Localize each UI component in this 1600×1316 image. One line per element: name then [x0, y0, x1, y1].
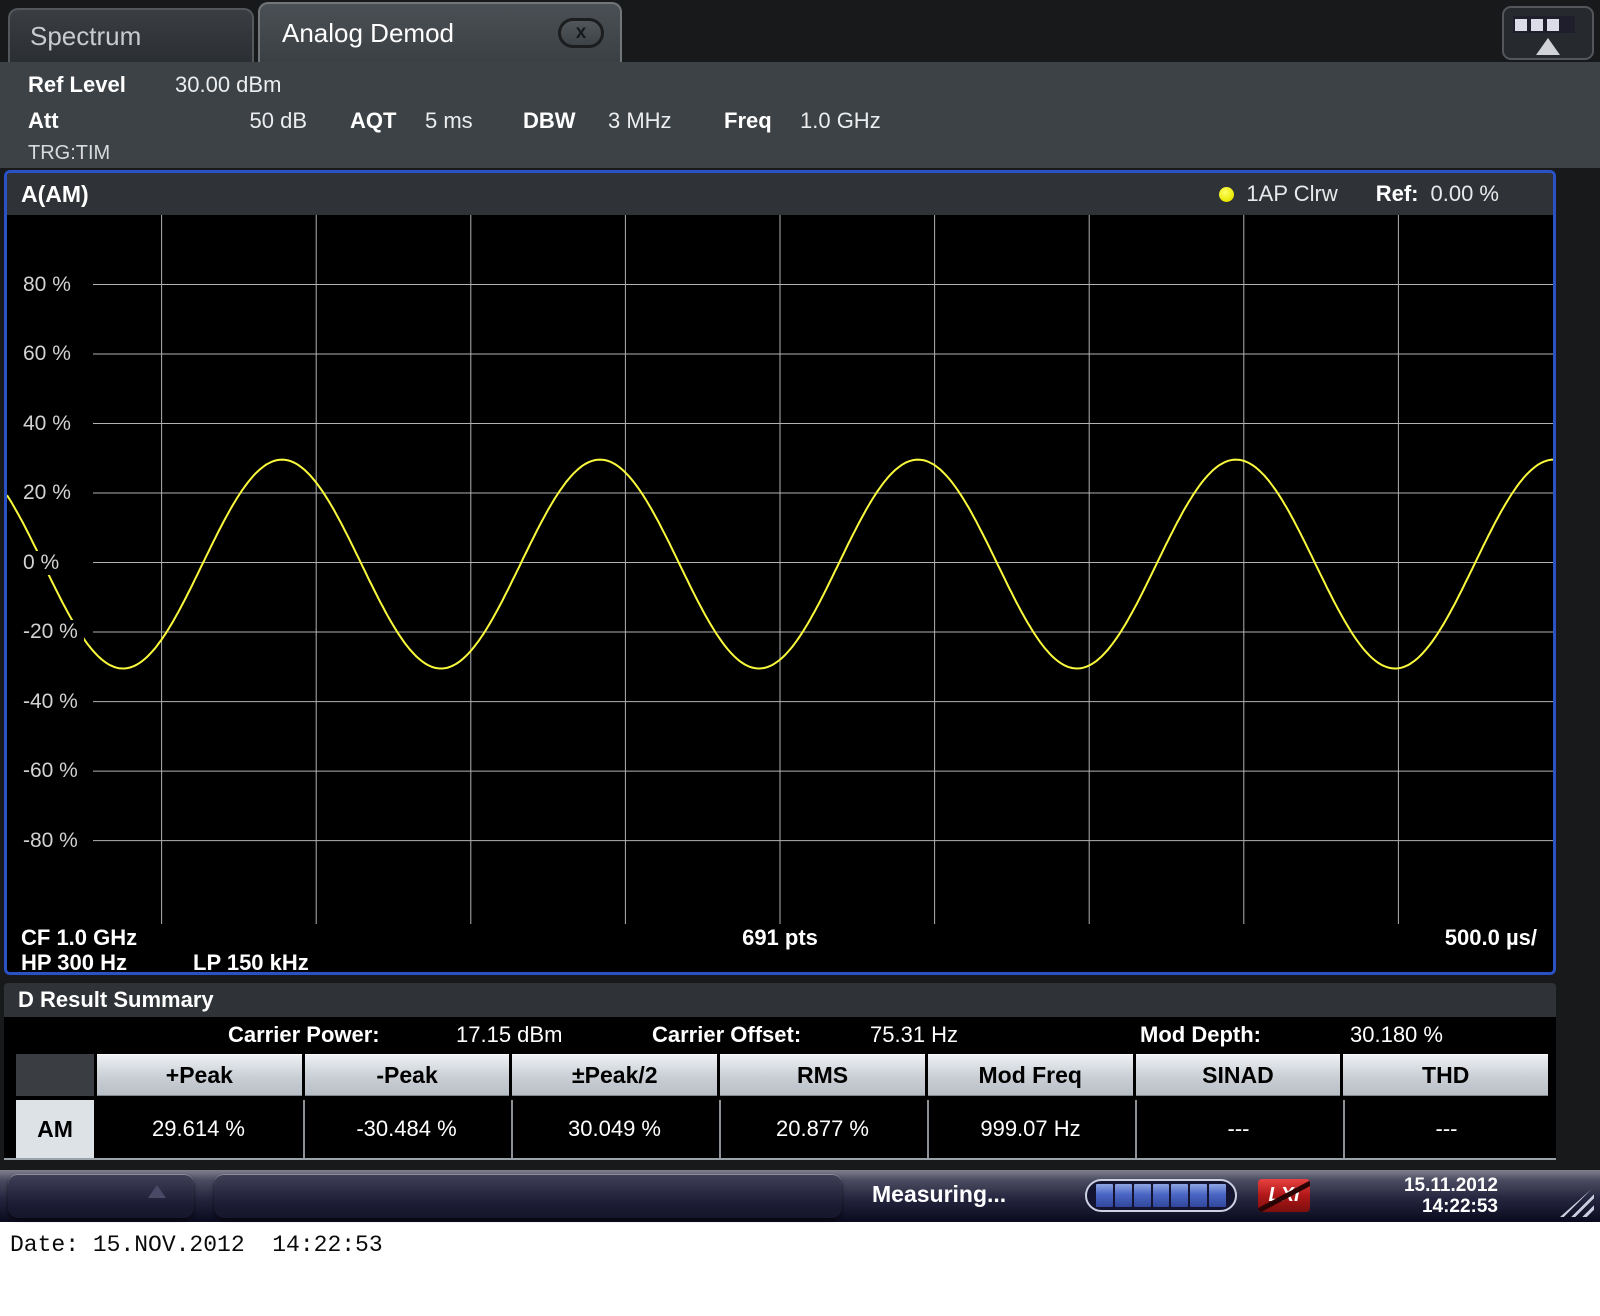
analyzer-app: Spectrum Analog Demod x Ref Level 30.00 … [0, 0, 1600, 1222]
datetime-display: 15.11.2012 14:22:53 [1380, 1175, 1498, 1217]
trace-legend-label: 1AP Clrw [1246, 181, 1337, 207]
progress-segment [1096, 1184, 1113, 1207]
y-axis-tick-label: -60 % [23, 759, 84, 783]
freq-value: 1.0 GHz [800, 108, 881, 134]
result-value-cell: 29.614 % [97, 1100, 300, 1158]
am-waveform-window: A(AM) 1AP Clrw Ref: 0.00 % 80 % 60 % 40 % 2… [4, 170, 1556, 975]
chart-footer: CF 1.0 GHz 691 pts 500.0 µs/ HP 300 Hz L… [7, 924, 1553, 972]
y-axis-tick-label: -80 % [23, 829, 84, 853]
carrier-info-row: Carrier Power: 17.15 dBm Carrier Offset:… [4, 1017, 1556, 1054]
result-value-cell: 30.049 % [511, 1100, 716, 1158]
y-axis-tick-label: 60 % [23, 342, 77, 366]
result-column-header: THD [1343, 1054, 1548, 1096]
aqt-label: AQT [350, 108, 396, 134]
tab-analog-demod[interactable]: Analog Demod x [258, 2, 622, 62]
result-table-corner-cell [16, 1054, 94, 1096]
taskbar-button-wide[interactable] [214, 1174, 842, 1218]
trace-color-dot-icon [1219, 187, 1234, 202]
aqt-value: 5 ms [425, 108, 473, 134]
chart-title: A(AM) [21, 181, 89, 208]
result-value-cell: -30.484 % [303, 1100, 508, 1158]
result-column-header: RMS [720, 1054, 925, 1096]
measuring-status: Measuring... [872, 1181, 1006, 1208]
ref-label: Ref: [1376, 181, 1419, 207]
att-value: 50 dB [175, 108, 307, 134]
result-column-header: ±Peak/2 [512, 1054, 717, 1096]
result-summary-window: D Result Summary Carrier Power: 17.15 dB… [4, 983, 1556, 1160]
carrier-power-value: 17.15 dBm [456, 1022, 562, 1048]
y-axis-tick-label: -40 % [23, 690, 84, 714]
measurement-progress-bar [1085, 1179, 1237, 1212]
ref-level-label: Ref Level [28, 72, 126, 98]
screenshot-date-caption: Date: 15.NOV.2012 14:22:53 [10, 1232, 383, 1258]
progress-segment [1190, 1184, 1207, 1207]
dbw-label: DBW [523, 108, 576, 134]
resize-grip-icon[interactable] [1560, 1187, 1594, 1217]
tab-spectrum[interactable]: Spectrum [8, 8, 254, 62]
taskbar-button-arrow-icon [148, 1185, 166, 1198]
carrier-offset-label: Carrier Offset: [652, 1022, 801, 1048]
tab-spectrum-label: Spectrum [30, 21, 141, 52]
sweep-points: 691 pts [7, 925, 1553, 951]
measurement-header: Ref Level 30.00 dBm Att 50 dB AQT 5 ms D… [0, 62, 1600, 168]
mod-depth-value: 30.180 % [1350, 1022, 1443, 1048]
ref-level-value: 30.00 dBm [175, 72, 281, 98]
result-column-header: SINAD [1136, 1054, 1341, 1096]
lxi-status-icon: LXI [1258, 1179, 1310, 1212]
y-axis-tick-label: 80 % [23, 273, 77, 297]
mod-depth-label: Mod Depth: [1140, 1022, 1261, 1048]
result-table: +Peak-Peak±Peak/2RMSMod FreqSINADTHD AM … [4, 1054, 1556, 1160]
waveform-svg [7, 215, 1553, 924]
result-column-header: Mod Freq [928, 1054, 1133, 1096]
progress-segment [1134, 1184, 1151, 1207]
result-column-header: +Peak [97, 1054, 302, 1096]
arrow-up-icon [1536, 38, 1560, 55]
freq-label: Freq [724, 108, 772, 134]
ref-value: 0.00 % [1431, 181, 1500, 207]
softkey-bar-icon [1513, 16, 1575, 33]
y-axis-tick-label: 0 % [23, 551, 65, 575]
taskbar-button-left[interactable] [8, 1174, 194, 1218]
waveform-plot: 80 % 60 % 40 % 20 % 0 % -20 % -40 % -60 % -80 % [7, 215, 1553, 924]
lowpass-filter: LP 150 kHz [193, 950, 309, 975]
status-time: 14:22:53 [1380, 1196, 1498, 1217]
result-column-header: -Peak [305, 1054, 510, 1096]
progress-segment [1115, 1184, 1132, 1207]
result-value-cell: --- [1343, 1100, 1548, 1158]
carrier-power-label: Carrier Power: [228, 1022, 380, 1048]
trigger-status: TRG:TIM [28, 142, 110, 165]
result-table-value-row: AM 29.614 %-30.484 %30.049 %20.877 %999.… [16, 1100, 1548, 1158]
status-bar: Measuring... LXI 15.11.2012 14:22:53 [0, 1170, 1600, 1222]
progress-segment [1153, 1184, 1170, 1207]
result-table-header-row: +Peak-Peak±Peak/2RMSMod FreqSINADTHD [16, 1054, 1548, 1096]
status-date: 15.11.2012 [1380, 1175, 1498, 1196]
dbw-value: 3 MHz [608, 108, 672, 134]
result-value-cell: 999.07 Hz [927, 1100, 1132, 1158]
progress-segment [1209, 1184, 1226, 1207]
trace-legend: 1AP Clrw Ref: 0.00 % [1219, 181, 1499, 207]
tab-analog-demod-label: Analog Demod [282, 18, 454, 49]
time-per-division: 500.0 µs/ [1445, 925, 1537, 951]
chart-header: A(AM) 1AP Clrw Ref: 0.00 % [7, 173, 1553, 215]
y-axis-tick-label: 40 % [23, 412, 77, 436]
screenshot-page: Spectrum Analog Demod x Ref Level 30.00 … [0, 0, 1600, 1316]
highpass-filter: HP 300 Hz [21, 950, 127, 975]
result-value-cell: 20.877 % [719, 1100, 924, 1158]
result-summary-title: D Result Summary [4, 983, 1556, 1017]
y-axis-tick-label: 20 % [23, 481, 77, 505]
carrier-offset-value: 75.31 Hz [870, 1022, 958, 1048]
y-axis-tick-label: -20 % [23, 620, 84, 644]
softkey-display-button[interactable] [1502, 6, 1594, 60]
progress-segment [1171, 1184, 1188, 1207]
close-tab-icon[interactable]: x [558, 18, 604, 48]
result-value-cell: --- [1135, 1100, 1340, 1158]
result-row-label: AM [16, 1100, 94, 1158]
att-label: Att [28, 108, 59, 134]
